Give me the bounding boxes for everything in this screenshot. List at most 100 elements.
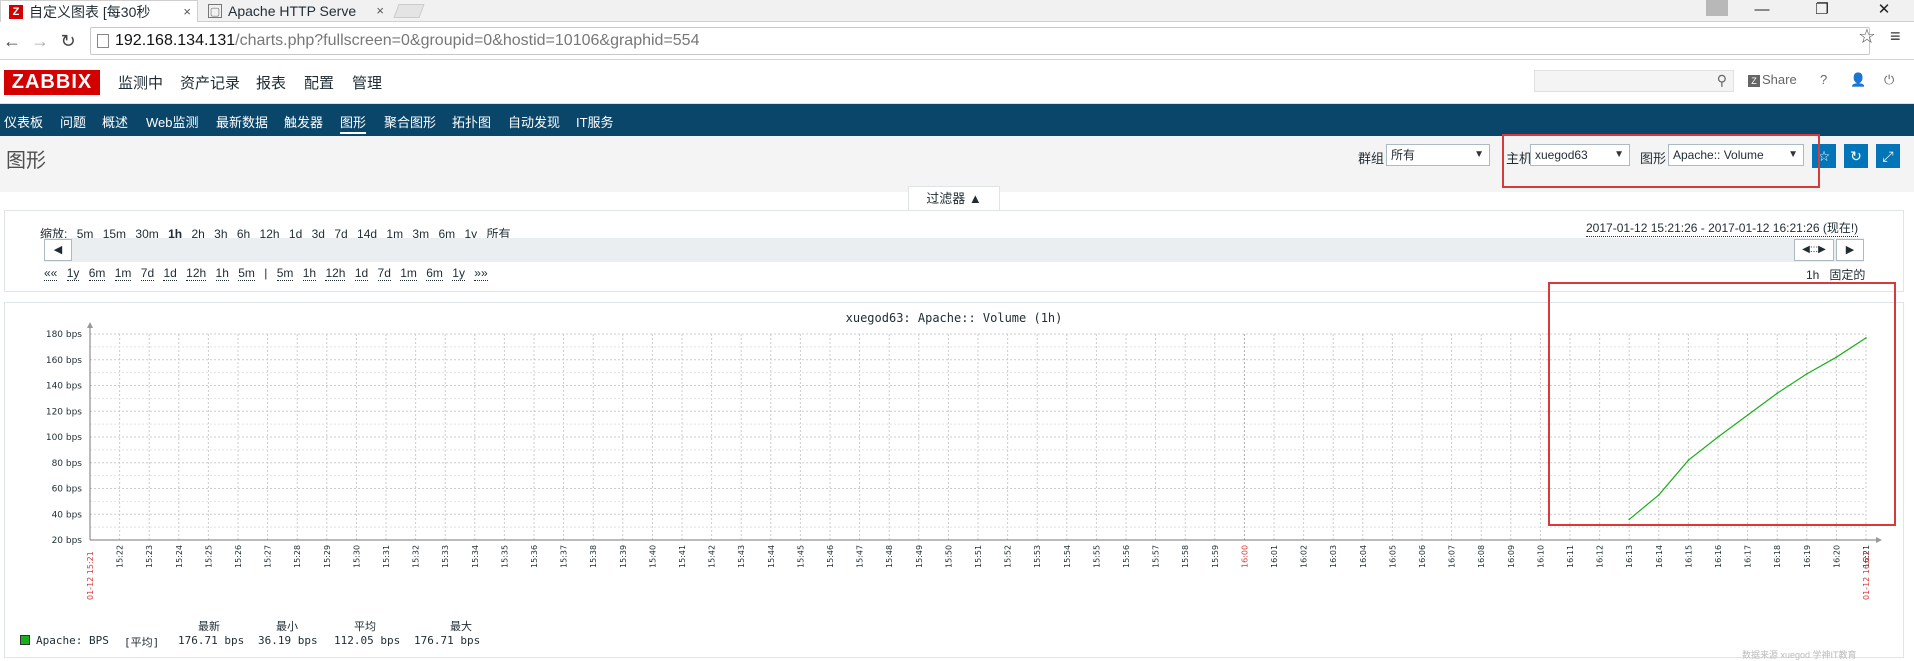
legend-header-max: 最大 bbox=[450, 620, 472, 633]
close-tab-icon[interactable]: × bbox=[183, 1, 191, 22]
menu-reports[interactable]: 报表 bbox=[256, 72, 286, 93]
nav-back-all[interactable]: «« bbox=[44, 266, 58, 281]
search-icon[interactable]: ⚲ bbox=[1717, 72, 1727, 89]
x-tick-label: 15:56 bbox=[1122, 545, 1131, 568]
x-tick-label: 16:09 bbox=[1507, 545, 1516, 568]
subnav-graphs[interactable]: 图形 bbox=[340, 112, 367, 134]
browser-menu-icon[interactable]: ≡ bbox=[1890, 26, 1901, 47]
subnav-maps[interactable]: 拓扑图 bbox=[452, 112, 491, 131]
timeline-scrollbar[interactable] bbox=[44, 238, 1864, 262]
nav-fwd-7d[interactable]: 7d bbox=[377, 266, 391, 281]
scroll-right-button[interactable]: ▶ bbox=[1836, 239, 1864, 261]
nav-back-1h[interactable]: 1h bbox=[215, 266, 229, 281]
filter-toggle-tab[interactable]: 过滤器 ▲ bbox=[908, 186, 1000, 210]
subnav-overview[interactable]: 概述 bbox=[102, 112, 128, 131]
x-tick-label: 15:23 bbox=[145, 545, 154, 568]
subnav-discovery[interactable]: 自动发现 bbox=[508, 112, 560, 131]
y-tick-label: 100 bps bbox=[46, 433, 82, 443]
subnav-screens[interactable]: 聚合图形 bbox=[384, 112, 436, 131]
x-axis-arrow bbox=[1876, 537, 1882, 543]
subnav-latest-data[interactable]: 最新数据 bbox=[216, 112, 268, 131]
x-tick-label: 15:30 bbox=[352, 545, 361, 568]
nav-back-7d[interactable]: 7d bbox=[140, 266, 155, 281]
timeline-scroll-handle[interactable]: ◀:::▶ bbox=[1794, 239, 1834, 261]
zabbix-logo[interactable]: ZABBIX bbox=[4, 70, 100, 95]
new-tab-button[interactable] bbox=[393, 4, 425, 18]
menu-inventory[interactable]: 资产记录 bbox=[180, 72, 240, 93]
bookmark-star-icon[interactable]: ☆ bbox=[1858, 24, 1876, 49]
legend-header-avg: 平均 bbox=[354, 620, 376, 633]
x-tick-label: 15:26 bbox=[234, 545, 243, 568]
nav-fwd-5m[interactable]: 5m bbox=[276, 266, 294, 281]
browser-tab-zabbix[interactable]: Z 自定义图表 [每30秒 × bbox=[0, 0, 198, 22]
nav-back-6m[interactable]: 6m bbox=[88, 266, 106, 281]
nav-fwd-1m[interactable]: 1m bbox=[400, 266, 417, 281]
x-tick-label: 16:20 bbox=[1832, 545, 1841, 568]
x-tick-label: 15:50 bbox=[944, 545, 953, 568]
x-tick-label: 15:42 bbox=[708, 545, 717, 568]
subnav-triggers[interactable]: 触发器 bbox=[284, 112, 323, 131]
browser-tab-apache[interactable]: ▢ Apache HTTP Serve × bbox=[200, 0, 390, 22]
nav-fwd-1h[interactable]: 1h bbox=[302, 266, 317, 281]
nav-back-5m[interactable]: 5m bbox=[238, 266, 255, 281]
x-tick-label: 15:25 bbox=[204, 545, 213, 568]
nav-separator: | bbox=[264, 266, 268, 280]
browser-user-icon[interactable] bbox=[1706, 0, 1728, 16]
menu-monitoring[interactable]: 监测中 bbox=[118, 72, 163, 93]
x-tick-label: 15:22 bbox=[116, 545, 125, 568]
y-tick-label: 180 bps bbox=[46, 330, 82, 340]
period-fixed-row: 1h 固定的 bbox=[1806, 266, 1866, 283]
nav-fwd-all[interactable]: »» bbox=[474, 266, 488, 281]
browser-tab-title: Apache HTTP Serve bbox=[228, 3, 357, 19]
subnav-problems[interactable]: 问题 bbox=[60, 112, 86, 131]
x-tick-label: 15:53 bbox=[1033, 545, 1042, 568]
fullscreen-icon[interactable]: ⤢ bbox=[1876, 144, 1900, 168]
help-icon[interactable]: ? bbox=[1820, 72, 1827, 87]
nav-back-1y[interactable]: 1y bbox=[66, 266, 80, 281]
global-search-input[interactable]: ⚲ bbox=[1534, 70, 1734, 92]
menu-administration[interactable]: 管理 bbox=[352, 72, 382, 93]
x-tick-label: 16:06 bbox=[1418, 545, 1427, 568]
back-arrow-icon[interactable]: ← bbox=[2, 30, 22, 52]
group-select[interactable]: 所有 ▼ bbox=[1386, 144, 1490, 166]
nav-fwd-6m[interactable]: 6m bbox=[426, 266, 443, 281]
scroll-left-button[interactable]: ◀ bbox=[44, 239, 72, 261]
legend-header-min: 最小 bbox=[276, 620, 298, 633]
y-tick-label: 40 bps bbox=[52, 510, 83, 520]
maximize-icon[interactable]: ❐ bbox=[1800, 0, 1844, 22]
legend-color-swatch bbox=[20, 635, 30, 645]
subnav-dashboard[interactable]: 仪表板 bbox=[4, 112, 43, 131]
menu-configuration[interactable]: 配置 bbox=[304, 72, 334, 93]
x-end-label: 01-12 16:21 bbox=[1862, 551, 1871, 600]
share-link[interactable]: Z Share bbox=[1748, 72, 1797, 87]
x-tick-label: 15:57 bbox=[1152, 545, 1161, 568]
fixed-toggle[interactable]: 固定的 bbox=[1829, 268, 1866, 283]
minimize-icon[interactable]: — bbox=[1740, 0, 1784, 22]
user-profile-icon[interactable]: 👤 bbox=[1850, 72, 1866, 88]
page-favicon-icon: ▢ bbox=[208, 4, 222, 18]
nav-fwd-1y[interactable]: 1y bbox=[452, 266, 465, 281]
close-tab-icon[interactable]: × bbox=[376, 0, 384, 22]
dropdown-arrow-icon: ▼ bbox=[1474, 149, 1484, 160]
close-window-icon[interactable]: ✕ bbox=[1862, 0, 1906, 22]
nav-fwd-12h[interactable]: 12h bbox=[325, 266, 346, 281]
x-tick-label: 15:51 bbox=[974, 545, 983, 568]
forward-arrow-icon[interactable]: → bbox=[30, 30, 50, 52]
url-input[interactable]: 192.168.134.131/charts.php?fullscreen=0&… bbox=[90, 27, 1870, 55]
legend-series-name: Apache: BPS bbox=[36, 634, 109, 647]
reload-icon[interactable]: ↻ bbox=[58, 30, 78, 52]
nav-fwd-1d[interactable]: 1d bbox=[354, 266, 369, 281]
refresh-icon[interactable]: ↻ bbox=[1844, 144, 1868, 168]
chart-title: xuegod63: Apache:: Volume (1h) bbox=[846, 311, 1063, 325]
subnav-web[interactable]: Web监测 bbox=[146, 112, 199, 131]
x-tick-label: 15:55 bbox=[1092, 545, 1101, 568]
x-tick-label: 15:36 bbox=[530, 545, 539, 568]
x-tick-label: 15:33 bbox=[441, 545, 450, 568]
nav-back-12h[interactable]: 12h bbox=[186, 266, 207, 281]
nav-back-1m[interactable]: 1m bbox=[114, 266, 132, 281]
x-tick-label: 16:07 bbox=[1448, 545, 1457, 568]
address-bar: ← → ↻ 192.168.134.131/charts.php?fullscr… bbox=[0, 22, 1914, 60]
nav-back-1d[interactable]: 1d bbox=[163, 266, 177, 281]
logout-icon[interactable]: ⏻ bbox=[1884, 72, 1894, 88]
subnav-it-services[interactable]: IT服务 bbox=[576, 112, 614, 131]
